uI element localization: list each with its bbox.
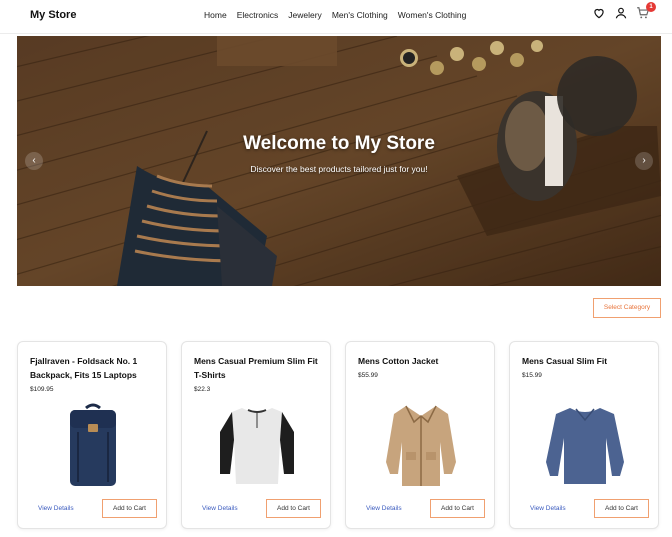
nav-mens-clothing[interactable]: Men's Clothing: [332, 10, 388, 20]
view-details-link[interactable]: View Details: [530, 505, 566, 512]
product-price: $22.3: [194, 386, 211, 393]
add-to-cart-button[interactable]: Add to Cart: [430, 499, 485, 518]
product-price: $55.99: [358, 372, 378, 379]
carousel-prev-icon[interactable]: ‹: [25, 152, 43, 170]
product-card: Mens Cotton Jacket $55.99 View Details A…: [345, 341, 495, 529]
tshirt-image[interactable]: [212, 402, 302, 488]
product-price: $109.95: [30, 386, 54, 393]
product-title[interactable]: Mens Cotton Jacket: [358, 354, 488, 368]
hero-title: Welcome to My Store: [243, 133, 435, 154]
view-details-link[interactable]: View Details: [366, 505, 402, 512]
carousel-next-icon[interactable]: ›: [635, 152, 653, 170]
hero-subtitle: Discover the best products tailored just…: [250, 164, 428, 174]
product-price: $15.99: [522, 372, 542, 379]
view-details-link[interactable]: View Details: [38, 505, 74, 512]
nav-home[interactable]: Home: [204, 10, 227, 20]
hero-banner: Welcome to My Store Discover the best pr…: [17, 36, 661, 286]
heart-icon[interactable]: [592, 6, 606, 20]
nav-electronics[interactable]: Electronics: [237, 10, 279, 20]
add-to-cart-button[interactable]: Add to Cart: [594, 499, 649, 518]
nav-links: Home Electronics Jewelery Men's Clothing…: [204, 10, 466, 20]
select-category-button[interactable]: Select Category: [593, 298, 661, 318]
nav-icons: 1: [592, 2, 656, 20]
product-title[interactable]: Mens Casual Slim Fit: [522, 354, 652, 368]
jacket-image[interactable]: [376, 402, 466, 488]
add-to-cart-button[interactable]: Add to Cart: [266, 499, 321, 518]
cart-count-badge: 1: [646, 2, 656, 12]
product-card: Mens Casual Slim Fit $15.99 View Details…: [509, 341, 659, 529]
longsleeve-image[interactable]: [540, 402, 630, 488]
hero-background-image: [17, 36, 661, 286]
nav-womens-clothing[interactable]: Women's Clothing: [398, 10, 467, 20]
navbar: My Store Home Electronics Jewelery Men's…: [0, 0, 672, 34]
add-to-cart-button[interactable]: Add to Cart: [102, 499, 157, 518]
product-title[interactable]: Fjallraven - Foldsack No. 1 Backpack, Fi…: [30, 354, 160, 382]
view-details-link[interactable]: View Details: [202, 505, 238, 512]
backpack-image[interactable]: [48, 402, 138, 488]
cart-button[interactable]: 1: [636, 2, 656, 20]
product-title[interactable]: Mens Casual Premium Slim Fit T-Shirts: [194, 354, 324, 382]
user-icon[interactable]: [614, 6, 628, 20]
nav-jewelery[interactable]: Jewelery: [288, 10, 322, 20]
product-card: Mens Casual Premium Slim Fit T-Shirts $2…: [181, 341, 331, 529]
product-card: Fjallraven - Foldsack No. 1 Backpack, Fi…: [17, 341, 167, 529]
brand-logo[interactable]: My Store: [30, 9, 76, 21]
